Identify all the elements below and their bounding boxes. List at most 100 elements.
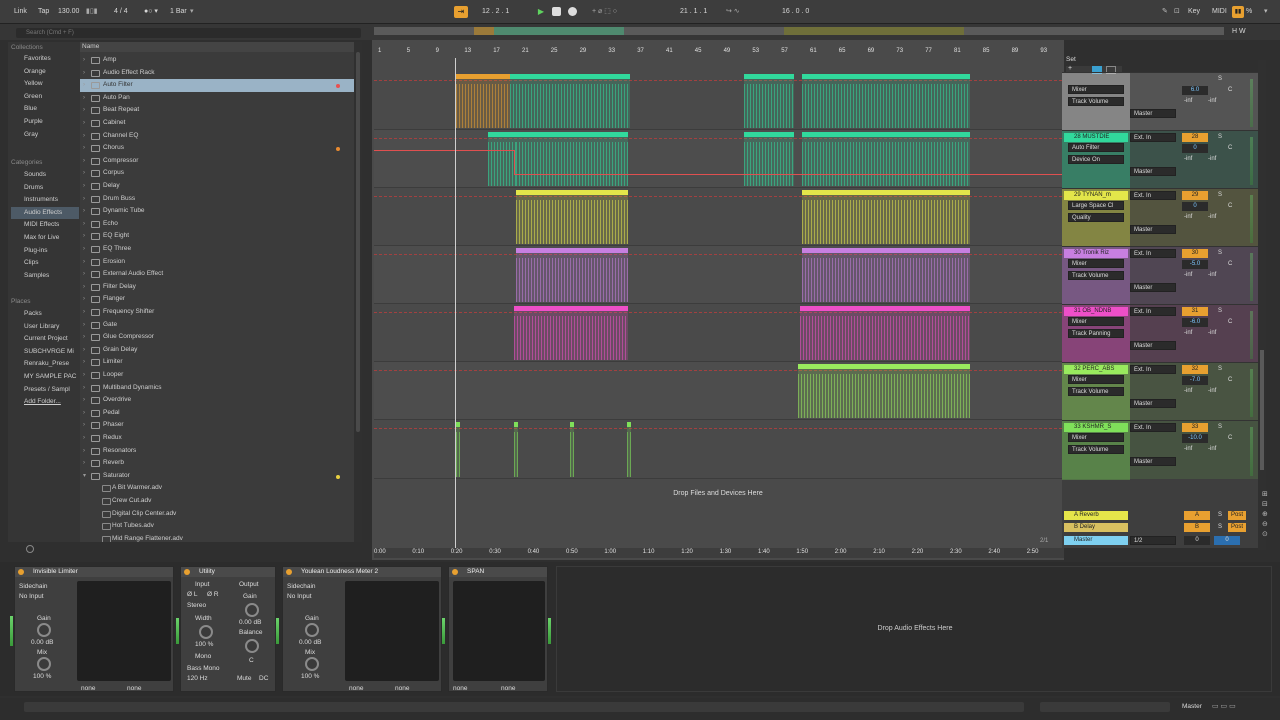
volume-field[interactable]: -6.0 [1182,318,1208,327]
place-item-5[interactable]: MY SAMPLE PAC [11,371,79,383]
browser-item[interactable]: Resonators › [80,445,354,458]
chevron-right-icon[interactable]: › [83,205,85,218]
chevron-right-icon[interactable]: › [83,445,85,458]
device-title[interactable]: Youlean Loudness Meter 2 [283,567,441,577]
gain-knob[interactable] [37,623,51,637]
solo-button[interactable]: S [1218,76,1222,82]
automation-device-select[interactable]: Mixer [1068,317,1124,326]
category-audio-effects[interactable]: Audio Effects [11,206,79,219]
browser-item[interactable]: Glue Compressor › [80,331,354,344]
place-item-1[interactable]: User Library [11,321,79,333]
automation-param-select[interactable]: Track Volume [1068,387,1124,396]
device-label[interactable]: none [395,685,409,692]
automation-param-select[interactable]: Device On [1068,155,1124,164]
browser-item[interactable]: Chorus › [80,142,354,155]
volume-field[interactable]: 0 [1182,202,1208,211]
gain-knob[interactable] [305,623,319,637]
automation-device-select[interactable]: Mixer [1068,259,1124,268]
browser-item[interactable]: Reverb › [80,457,354,470]
output-select[interactable]: Master [1130,341,1176,350]
automation-device-select[interactable]: Mixer [1068,375,1124,384]
browser-scrollbar[interactable] [354,42,362,542]
browser-item[interactable]: Overdrive › [80,394,354,407]
input-select[interactable]: Ext. In [1130,191,1176,200]
automation-device-select[interactable]: Mixer [1068,85,1124,94]
browser-item[interactable]: Auto Pan › [80,92,354,105]
post-button[interactable]: Post [1228,523,1246,532]
chevron-right-icon[interactable]: › [83,268,85,281]
utility-label[interactable]: DC [259,675,268,682]
audio-clip[interactable] [744,132,794,186]
track-name[interactable]: 30 Tronik Riz [1064,249,1128,258]
audio-clip[interactable] [798,364,970,418]
draw-mode-icon[interactable]: ✎ [1162,6,1168,18]
output-select[interactable]: Master [1130,457,1176,466]
output-select[interactable]: Master [1130,225,1176,234]
utility-label[interactable]: 120 Hz [187,675,208,682]
solo-button[interactable]: S [1218,134,1222,140]
device-span[interactable]: SPAN none none [448,566,548,692]
track-name[interactable]: 31 OB_NDNB [1064,307,1128,316]
utility-label[interactable]: Mono [195,653,211,660]
device-invisible-limiter[interactable]: Invisible Limiter Sidechain No Input Gain 0.… [14,566,174,692]
chevron-right-icon[interactable]: › [83,407,85,420]
automation-param-select[interactable]: Quality [1068,213,1124,222]
master-volume[interactable]: 0 [1184,536,1210,545]
chevron-right-icon[interactable]: › [83,117,85,130]
pan-field[interactable]: C [1228,319,1232,325]
chevron-right-icon[interactable]: › [83,306,85,319]
browser-item[interactable]: Frequency Shifter › [80,306,354,319]
place-item-7[interactable]: Add Folder... [11,396,79,408]
quantize-chevron-icon[interactable]: ▾ [190,6,194,18]
chevron-right-icon[interactable]: › [83,356,85,369]
browser-item[interactable]: Multiband Dynamics › [80,382,354,395]
power-icon[interactable] [286,569,292,575]
view-toggle-icons[interactable]: ⊞ ⊟ ⊕ ⊖ ⊙ [1262,490,1272,546]
volume-field[interactable]: 6.0 [1182,86,1208,95]
master-pan[interactable]: 0 [1214,536,1240,545]
chevron-right-icon[interactable]: › [83,293,85,306]
audio-clip[interactable] [802,74,970,128]
utility-label[interactable]: Stereo [187,602,206,609]
collection-item-2[interactable]: Yellow [11,78,79,90]
chevron-right-icon[interactable]: › [83,432,85,445]
input-select[interactable]: Ext. In [1130,423,1176,432]
chevron-right-icon[interactable]: › [83,180,85,193]
audio-clip[interactable] [802,132,970,186]
chevron-right-icon[interactable]: › [83,167,85,180]
browser-item[interactable]: Erosion › [80,256,354,269]
name-column-header[interactable]: Name [80,42,354,52]
output-select[interactable]: Master [1130,399,1176,408]
master-ratio-select[interactable]: 1/2 [1130,536,1176,545]
chevron-right-icon[interactable]: › [83,344,85,357]
add-icon[interactable]: + [1068,65,1072,72]
category-drums[interactable]: Drums [11,182,79,194]
chevron-right-icon[interactable]: › [83,457,85,470]
volume-field[interactable]: -5.0 [1182,260,1208,269]
audio-clip[interactable] [802,248,970,302]
arrangement-hw-icon[interactable]: H W [1232,26,1246,38]
utility-label[interactable]: Ø L [187,591,197,598]
collection-item-0[interactable]: Favorites [11,53,79,65]
track-activator[interactable]: 31 [1182,307,1208,316]
track-activator[interactable]: 30 [1182,249,1208,258]
browser-item[interactable]: Corpus › [80,167,354,180]
gain-knob[interactable] [245,603,259,617]
browser-item[interactable]: Phaser › [80,419,354,432]
browser-preset-item[interactable]: Digital Clip Center.adv [80,508,354,521]
place-item-2[interactable]: Current Project [11,333,79,345]
chevron-right-icon[interactable]: › [83,243,85,256]
browser-item[interactable]: Drum Buss › [80,193,354,206]
device-label[interactable]: none [81,685,95,692]
device-drop-area[interactable]: Drop Audio Effects Here [556,566,1272,692]
audio-clip[interactable] [488,132,516,186]
pan-field[interactable]: C [1228,377,1232,383]
browser-item[interactable]: Channel EQ › [80,130,354,143]
song-position[interactable]: 12 . 2 . 1 [482,6,509,18]
solo-button[interactable]: S [1218,366,1222,372]
track-name[interactable]: 28 MUSTDIE [1064,133,1128,142]
output-select[interactable]: Master [1130,283,1176,292]
output-select[interactable]: Master [1130,109,1176,118]
pan-field[interactable]: C [1228,261,1232,267]
input-select[interactable]: Ext. In [1130,133,1176,142]
